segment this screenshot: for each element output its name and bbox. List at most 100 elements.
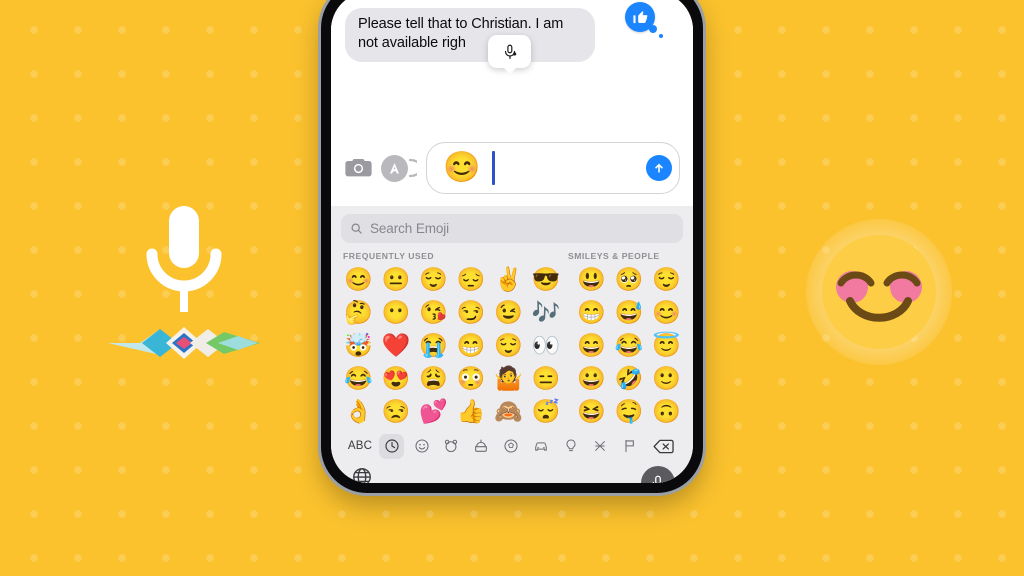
emoji-key-smiley-1[interactable]: 🥺 [611, 263, 649, 296]
emoji-key-12[interactable]: 🤯 [340, 329, 378, 362]
emoji-key-smiley-3[interactable]: 😁 [573, 296, 611, 329]
text-caret [492, 151, 495, 185]
phone-screen: Please tell that to Christian. I am not … [331, 0, 693, 483]
category-frequently-used[interactable] [377, 433, 407, 459]
emoji-key-13[interactable]: ❤️ [378, 329, 416, 362]
emoji-key-18[interactable]: 😂 [340, 362, 378, 395]
emoji-key-smiley-13[interactable]: 🤤 [611, 395, 649, 428]
symbols-icon [595, 440, 606, 452]
emoji-key-smiley-12[interactable]: 😆 [573, 395, 611, 428]
tapback-trailing-dot [659, 34, 663, 38]
category-smileys[interactable] [407, 434, 437, 458]
category-food-drink[interactable] [466, 434, 496, 458]
section-title-frequently-used: FREQUENTLY USED [343, 251, 435, 261]
emoji-key-28[interactable]: 🙈 [490, 395, 528, 428]
dictation-mic-icon [504, 44, 516, 59]
emoji-key-25[interactable]: 😒 [378, 395, 416, 428]
emoji-key-17[interactable]: 👀 [528, 329, 566, 362]
emoji-key-10[interactable]: 😉 [490, 296, 528, 329]
emoji-key-smiley-6[interactable]: 😄 [573, 329, 611, 362]
emoji-key-26[interactable]: 💕 [415, 395, 453, 428]
emoji-key-3[interactable]: 😔 [453, 263, 491, 296]
emoji-key-23[interactable]: 😑 [528, 362, 566, 395]
emoji-search-row: Search Emoji [331, 214, 693, 243]
section-title-smileys-people: SMILEYS & PEOPLE [568, 251, 660, 261]
incoming-message-bubble[interactable]: Please tell that to Christian. I am not … [345, 8, 595, 62]
emoji-key-smiley-0[interactable]: 😃 [573, 263, 611, 296]
activity-ball-icon [504, 439, 518, 453]
app-store-arc [409, 158, 417, 178]
emoji-key-smiley-9[interactable]: 😀 [573, 362, 611, 395]
backspace-delete-icon [653, 439, 674, 453]
emoji-key-1[interactable]: 😐 [378, 263, 416, 296]
smiley-icon [415, 439, 429, 453]
keyboard-bottom-bar [331, 458, 693, 483]
category-activity[interactable] [496, 434, 526, 458]
dictation-microphone-icon [652, 475, 664, 483]
emoji-key-4[interactable]: ✌️ [490, 263, 528, 296]
emoji-key-smiley-7[interactable]: 😂 [611, 329, 649, 362]
send-button[interactable] [646, 155, 672, 181]
emoji-key-24[interactable]: 👌 [340, 395, 378, 428]
siri-waveform-icon [106, 323, 262, 368]
emoji-key-22[interactable]: 🤷 [490, 362, 528, 395]
category-animals-nature[interactable] [437, 434, 467, 458]
search-icon [351, 223, 362, 234]
category-abc[interactable]: ABC [343, 434, 377, 458]
emoji-key-8[interactable]: 😘 [415, 296, 453, 329]
emoji-key-2[interactable]: 😌 [415, 263, 453, 296]
emoji-grids: 😊 😐 😌 😔 ✌️ 😎 🤔 😶 😘 😏 😉 🎶 🤯 ❤️ 😭 😁 😌 👀 😂 😍 😩 😳 🤷 😑 👌 😒 💕 👍 🙈 😴 😃 🥺 😌 😁 😅 😊 😄… [331, 263, 693, 428]
emoji-key-smiley-8[interactable]: 😇 [648, 329, 686, 362]
emoji-key-15[interactable]: 😁 [453, 329, 491, 362]
emoji-key-0[interactable]: 😊 [340, 263, 378, 296]
emoji-key-9[interactable]: 😏 [453, 296, 491, 329]
category-flags[interactable] [615, 434, 645, 458]
emoji-key-16[interactable]: 😌 [490, 329, 528, 362]
left-microphone-decoration [104, 198, 264, 373]
emoji-key-smiley-4[interactable]: 😅 [611, 296, 649, 329]
category-symbols[interactable] [585, 434, 615, 458]
iphone-frame: Please tell that to Christian. I am not … [321, 0, 703, 493]
emoji-key-smiley-2[interactable]: 😌 [648, 263, 686, 296]
emoji-search-field[interactable]: Search Emoji [341, 214, 683, 243]
emoji-key-11[interactable]: 🎶 [528, 296, 566, 329]
emoji-key-19[interactable]: 😍 [378, 362, 416, 395]
smiling-face-with-smiling-eyes-emoji [822, 235, 936, 349]
emoji-key-21[interactable]: 😳 [453, 362, 491, 395]
emoji-key-5[interactable]: 😎 [528, 263, 566, 296]
objects-bulb-icon [566, 439, 576, 452]
emoji-key-smiley-11[interactable]: 🙂 [648, 362, 686, 395]
camera-icon [344, 159, 372, 177]
dictation-button[interactable] [641, 466, 675, 483]
app-store-button[interactable] [381, 154, 417, 182]
animal-icon [445, 439, 458, 453]
category-travel-places[interactable] [526, 434, 556, 458]
message-input-bar: 😊 [331, 142, 693, 206]
conversation-area: Please tell that to Christian. I am not … [331, 0, 693, 142]
emoji-key-29[interactable]: 😴 [528, 395, 566, 428]
emoji-key-20[interactable]: 😩 [415, 362, 453, 395]
emoji-key-6[interactable]: 🤔 [340, 296, 378, 329]
thumbs-up-icon [632, 10, 648, 23]
camera-button[interactable] [344, 156, 372, 180]
message-text-field[interactable]: 😊 [426, 142, 680, 194]
thumbs-up-tapback[interactable] [625, 2, 663, 38]
globe-button[interactable] [351, 466, 373, 483]
app-store-icon [381, 154, 408, 182]
send-arrow-up-icon [655, 163, 663, 173]
emoji-key-smiley-5[interactable]: 😊 [648, 296, 686, 329]
backspace-button[interactable] [645, 434, 681, 458]
emoji-key-27[interactable]: 👍 [453, 395, 491, 428]
travel-car-icon [534, 442, 547, 451]
emoji-key-14[interactable]: 😭 [415, 329, 453, 362]
globe-language-icon [353, 468, 371, 483]
dictation-tooltip[interactable] [488, 35, 531, 68]
frequently-used-grid: 😊 😐 😌 😔 ✌️ 😎 🤔 😶 😘 😏 😉 🎶 🤯 ❤️ 😭 😁 😌 👀 😂 😍 😩 😳 🤷 😑 👌 😒 💕 👍 🙈 😴 [340, 263, 565, 428]
emoji-key-smiley-10[interactable]: 🤣 [611, 362, 649, 395]
emoji-keyboard: Search Emoji FREQUENTLY USED SMILEYS & P… [331, 206, 693, 483]
emoji-key-smiley-14[interactable]: 🙃 [648, 395, 686, 428]
microphone-icon [124, 198, 244, 333]
flag-icon [625, 439, 635, 453]
category-objects[interactable] [556, 434, 586, 458]
emoji-key-7[interactable]: 😶 [378, 296, 416, 329]
